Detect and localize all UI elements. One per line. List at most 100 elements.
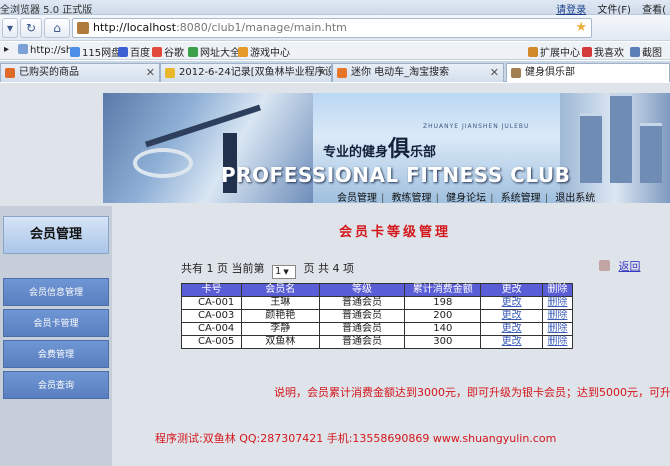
upgrade-note: 说明，会员累计消费金额达到3000元，即可升级为银卡会员；达到5000元，可升级… xyxy=(274,386,670,399)
close-icon[interactable]: ✕ xyxy=(490,64,499,81)
col-card-id: 卡号 xyxy=(181,283,242,297)
site-icon xyxy=(77,22,89,34)
delete-link[interactable]: 删除 xyxy=(548,336,568,347)
banner-slogan: 专业的健身俱乐部 xyxy=(323,137,437,162)
browser-tab[interactable]: 迷你 电动车_淘宝搜索 ✕ xyxy=(332,63,504,82)
col-member-name: 会员名 xyxy=(240,283,320,297)
cell-delete: 删除 xyxy=(542,335,573,349)
edit-link[interactable]: 更改 xyxy=(502,310,522,321)
delete-link[interactable]: 删除 xyxy=(548,323,568,334)
pager-suffix: 页 共 4 项 xyxy=(303,262,355,275)
game-icon xyxy=(238,47,248,57)
sidebar-item-member-card[interactable]: 会员卡管理 xyxy=(3,309,109,337)
edit-link[interactable]: 更改 xyxy=(502,336,522,347)
refresh-icon[interactable]: ↻ xyxy=(20,18,42,38)
col-delete: 删除 xyxy=(542,283,573,297)
delete-link[interactable]: 删除 xyxy=(548,297,568,308)
tab-icon xyxy=(165,68,175,78)
cell-edit: 更改 xyxy=(480,335,544,349)
browser-tab[interactable]: 2012-6-24记录[双鱼林毕业程序设计网✕ xyxy=(160,63,332,82)
address-bar[interactable]: http://localhost:8080/club1/manage/main.… xyxy=(72,18,592,38)
edit-link[interactable]: 更改 xyxy=(502,323,522,334)
cell-total: 198 xyxy=(404,296,482,310)
ext-like[interactable]: 我喜欢 xyxy=(582,44,624,59)
globe-icon xyxy=(188,47,198,57)
back-control[interactable]: 返回 xyxy=(599,258,641,274)
table-row: CA-001 王琳 普通会员 198 更改 删除 xyxy=(181,296,573,310)
page-icon xyxy=(18,44,28,54)
nav-logout[interactable]: 退出系统 xyxy=(551,193,599,203)
window-titlebar: 全浏览器 5.0 正式版 请登录 文件(F) 查看( xyxy=(0,0,670,16)
club-banner: 专业的健身俱乐部 ZHUANYE JIANSHEN JULEBU PROFESS… xyxy=(103,93,670,203)
table-header-row: 卡号 会员名 等级 累计消费金额 更改 删除 xyxy=(181,283,573,297)
cell-level: 普通会员 xyxy=(318,322,406,336)
cell-delete: 删除 xyxy=(542,309,573,323)
nav-system[interactable]: 系统管理 xyxy=(497,193,545,203)
extension-icon xyxy=(528,47,538,57)
top-nav: 会员管理 | 教练管理 | 健身论坛 | 系统管理 | 退出系统 xyxy=(333,189,599,203)
ext-center[interactable]: 扩展中心 xyxy=(528,44,580,59)
fav-item[interactable]: 谷歌 xyxy=(152,44,184,59)
browser-tab-active[interactable]: 健身俱乐部 xyxy=(506,63,670,82)
cell-level: 普通会员 xyxy=(318,309,406,323)
baidu-icon xyxy=(118,47,128,57)
cell-card-id: CA-005 xyxy=(181,335,242,349)
address-url[interactable]: http://localhost:8080/club1/manage/main.… xyxy=(93,21,347,34)
member-card-table: 卡号 会员名 等级 累计消费金额 更改 删除 CA-001 王琳 普通会员 19… xyxy=(181,283,573,349)
tab-icon xyxy=(337,68,347,78)
city-photo xyxy=(560,93,670,203)
fav-item[interactable]: 网址大全 xyxy=(188,44,240,59)
page-select[interactable]: 1 ▼ xyxy=(272,265,296,279)
fav-item[interactable]: 115网盘 xyxy=(70,44,121,59)
table-row: CA-004 李静 普通会员 140 更改 删除 xyxy=(181,322,573,336)
favorites-arrow-icon[interactable]: ▸ xyxy=(4,44,9,55)
favorites-bar: ▸ http://sh 115网盘 百度 谷歌 网址大全 游戏中心 扩展中心 我… xyxy=(0,42,670,60)
google-icon xyxy=(152,47,162,57)
heart-icon xyxy=(582,47,592,57)
cell-delete: 删除 xyxy=(542,296,573,310)
pager: 共有 1 页 当前第 1 ▼ 页 共 4 项 xyxy=(181,260,354,279)
nav-coach[interactable]: 教练管理 xyxy=(388,193,436,203)
browser-tab[interactable]: 已购买的商品 ✕ xyxy=(0,63,160,82)
cell-edit: 更改 xyxy=(480,309,544,323)
sidebar-item-member-info[interactable]: 会员信息管理 xyxy=(3,278,109,306)
footer-credits: 程序测试:双鱼林 QQ:287307421 手机:13558690869 www… xyxy=(155,432,557,445)
cell-card-id: CA-001 xyxy=(181,296,242,310)
back-icon xyxy=(599,260,610,271)
titlebar-menu: 请登录 文件(F) 查看( xyxy=(548,1,666,16)
cell-total: 300 xyxy=(404,335,482,349)
fav-item[interactable]: 游戏中心 xyxy=(238,44,290,59)
app-title: 全浏览器 5.0 正式版 xyxy=(0,5,93,16)
back-link[interactable]: 返回 xyxy=(619,260,641,273)
fav-item[interactable]: http://sh xyxy=(18,44,72,56)
close-icon[interactable]: ✕ xyxy=(318,64,327,81)
fav-item[interactable]: 百度 xyxy=(118,44,150,59)
home-icon[interactable]: ⌂ xyxy=(44,18,70,38)
nav-forum[interactable]: 健身论坛 xyxy=(442,193,490,203)
cell-level: 普通会员 xyxy=(318,296,406,310)
chevron-down-icon[interactable]: ▾ xyxy=(2,18,18,38)
sidebar-item-fees[interactable]: 会费管理 xyxy=(3,340,109,368)
banner-title: PROFESSIONAL FITNESS CLUB xyxy=(221,163,571,187)
cell-name: 颜艳艳 xyxy=(240,309,320,323)
sidebar-title: 会员管理 xyxy=(3,216,109,254)
cell-level: 普通会员 xyxy=(318,335,406,349)
cell-card-id: CA-003 xyxy=(181,309,242,323)
cell-name: 李静 xyxy=(240,322,320,336)
main-content: 会员卡等级管理 共有 1 页 当前第 1 ▼ 页 共 4 项 返回 卡号 会员名 … xyxy=(131,206,670,466)
navigation-bar: ▾ ↻ ⌂ http://localhost:8080/club1/manage… xyxy=(0,15,670,41)
cell-total: 140 xyxy=(404,322,482,336)
scissors-icon xyxy=(630,47,640,57)
nav-member[interactable]: 会员管理 xyxy=(333,193,381,203)
col-level: 等级 xyxy=(318,283,406,297)
chevron-down-icon: ▼ xyxy=(283,268,289,276)
tab-icon xyxy=(5,68,15,78)
close-icon[interactable]: ✕ xyxy=(146,64,155,81)
edit-link[interactable]: 更改 xyxy=(502,297,522,308)
delete-link[interactable]: 删除 xyxy=(548,310,568,321)
bookmark-star-icon[interactable]: ★ xyxy=(575,20,587,35)
table-row: CA-005 双鱼林 普通会员 300 更改 删除 xyxy=(181,335,573,349)
sidebar-item-query[interactable]: 会员查询 xyxy=(3,371,109,399)
cloud-icon xyxy=(70,47,80,57)
ext-screenshot[interactable]: 截图 xyxy=(630,44,662,59)
